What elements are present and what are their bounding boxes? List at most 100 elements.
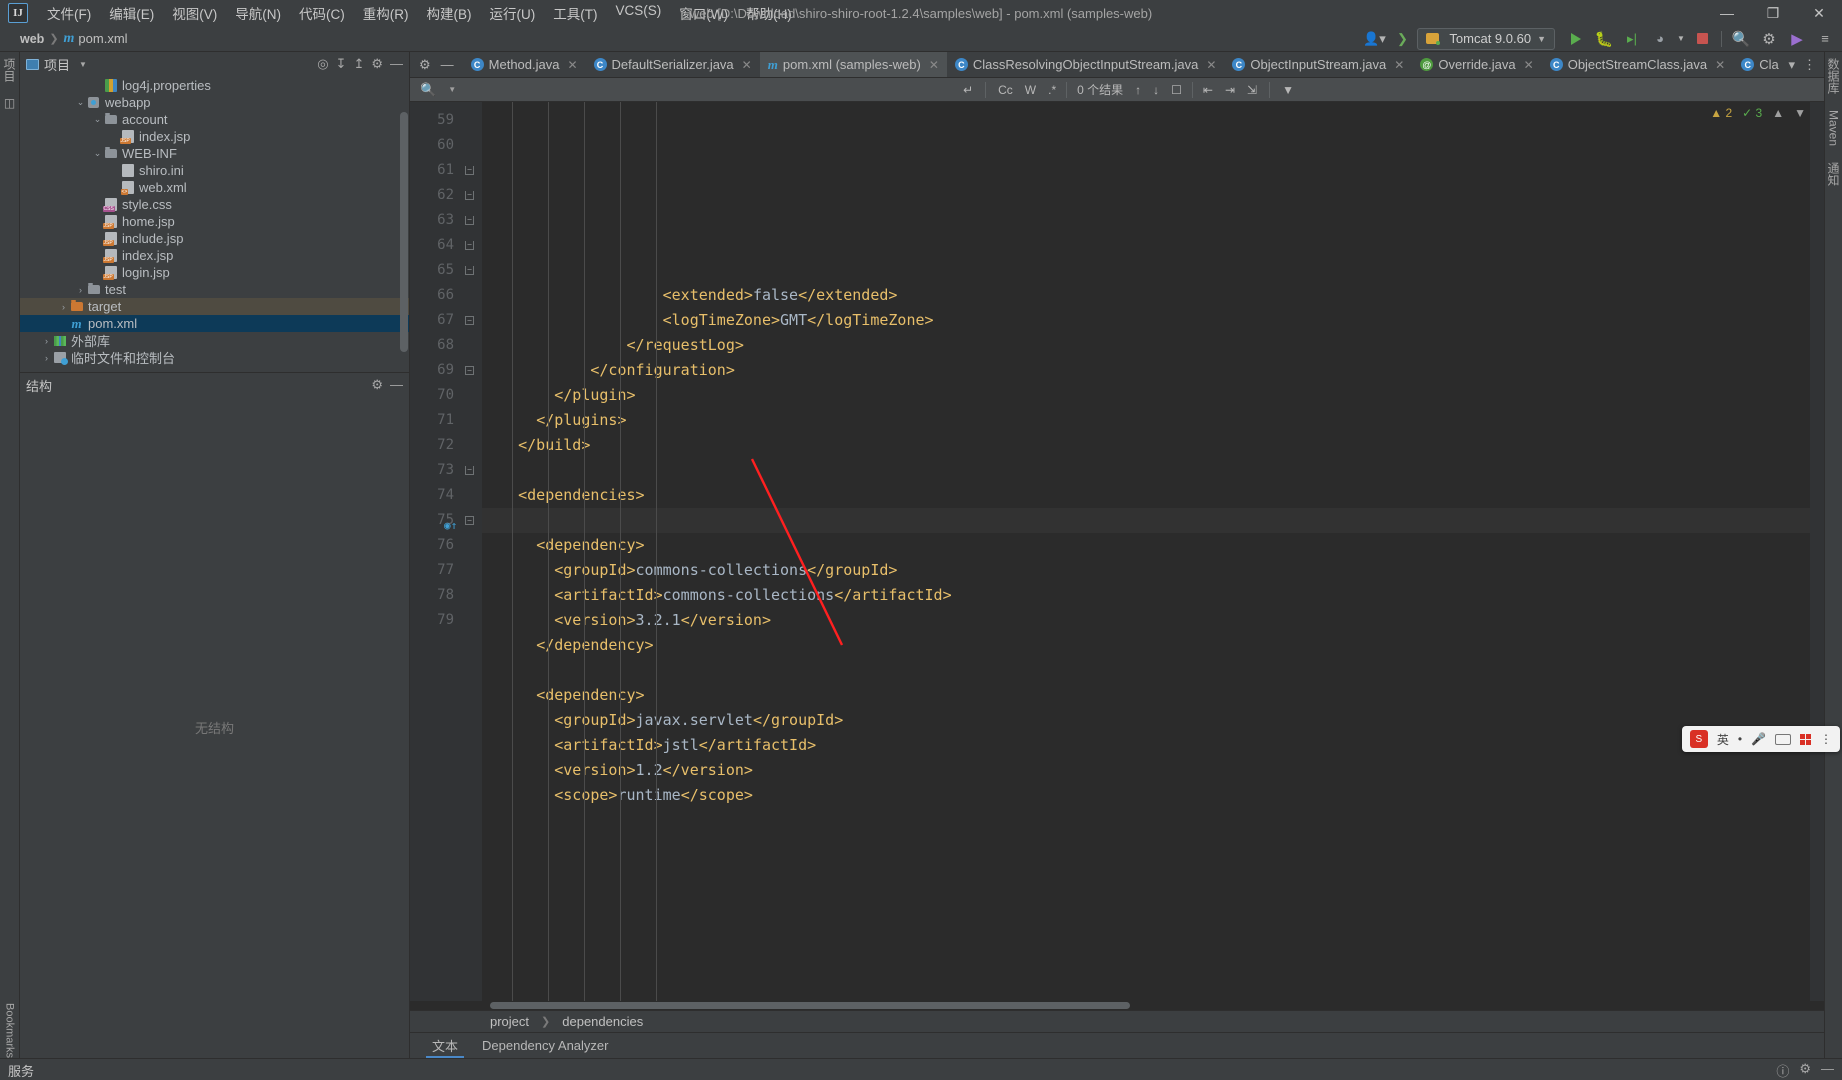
project-tree-item[interactable]: style.css — [20, 196, 409, 213]
fold-start-icon[interactable]: − — [465, 516, 474, 525]
gutter-line-70[interactable]: 70 — [410, 383, 482, 408]
expand-all-icon[interactable]: ↧ — [336, 56, 347, 72]
gutter-line-69[interactable]: 69− — [410, 358, 482, 383]
close-icon[interactable]: ✕ — [1524, 58, 1534, 72]
services-settings-icon[interactable]: ⚙ — [1799, 1061, 1811, 1080]
services-help-icon[interactable]: ⓘ — [1776, 1061, 1789, 1080]
run-configuration-selector[interactable]: Tomcat 9.0.60 ▼ — [1417, 27, 1555, 50]
code-line-79[interactable]: <scope>runtime</scope> — [482, 783, 1810, 808]
sidebar-item-bookmarks[interactable]: Bookmarks — [4, 1003, 16, 1058]
close-icon[interactable]: ✕ — [742, 58, 752, 72]
chevron-right-icon[interactable]: › — [75, 285, 86, 295]
sogou-icon[interactable]: S — [1689, 730, 1708, 748]
code-line-75[interactable]: <dependency> — [482, 683, 1810, 708]
tab-overflow-menu-icon[interactable]: ⋮ — [1803, 57, 1816, 73]
chevron-down-icon[interactable]: ⌄ — [92, 148, 103, 159]
tab-list-chevron-icon[interactable]: ▾ — [1788, 57, 1795, 73]
panel-settings-icon[interactable]: ⚙ — [371, 56, 383, 72]
editor-hide-icon[interactable]: — — [441, 57, 454, 72]
sidebar-item-project[interactable]: 项目 — [1, 58, 18, 82]
project-tree-item[interactable]: index.jsp — [20, 128, 409, 145]
project-tree-item[interactable]: home.jsp — [20, 213, 409, 230]
code-line-59[interactable]: <extended>false</extended> — [482, 283, 1810, 308]
match-case-toggle[interactable]: Cc — [998, 83, 1013, 97]
find-next-icon[interactable]: ↓ — [1153, 83, 1159, 97]
project-tree-item[interactable]: index.jsp — [20, 247, 409, 264]
menu-item-8[interactable]: 工具(T) — [544, 1, 606, 25]
code-line-70[interactable]: <groupId>commons-collections</groupId> — [482, 558, 1810, 583]
sidebar-item-database[interactable]: 数据库 — [1825, 58, 1842, 94]
maximize-button[interactable]: ❐ — [1750, 0, 1796, 26]
editor-detail-tab-1[interactable]: Dependency Analyzer — [470, 1033, 620, 1058]
search-history-chevron-icon[interactable]: ▼ — [448, 85, 456, 94]
hide-panel-icon[interactable]: — — [390, 56, 403, 72]
words-toggle[interactable]: W — [1025, 83, 1036, 97]
gutter-line-61[interactable]: 61− — [410, 158, 482, 183]
code-editor[interactable]: 59 60 61−62−63−64−65−66 67−68 69−70 71 72 73−74… — [410, 102, 1824, 1001]
fold-end-icon[interactable]: − — [465, 466, 474, 475]
gutter-line-67[interactable]: 67− — [410, 308, 482, 333]
sidebar-item-commit[interactable]: ◫ — [4, 96, 15, 110]
close-icon[interactable]: ✕ — [1715, 58, 1725, 72]
fold-end-icon[interactable]: − — [465, 166, 474, 175]
code-line-64[interactable]: </plugins> — [482, 408, 1810, 433]
editor-tab-1[interactable]: C DefaultSerializer.java ✕ — [586, 52, 760, 77]
ime-toolbar[interactable]: S 英 • 🎤 ⋮ — [1681, 726, 1840, 752]
sidebar-item-notifications[interactable]: 通知 — [1825, 162, 1842, 186]
more-icon[interactable]: ⋮ — [1820, 732, 1832, 746]
chevron-down-icon[interactable]: ⌄ — [75, 97, 86, 108]
services-hide-icon[interactable]: — — [1821, 1061, 1834, 1080]
code-line-62[interactable]: </configuration> — [482, 358, 1810, 383]
code-line-67[interactable]: <dependencies> — [482, 483, 1810, 508]
gutter-line-65[interactable]: 65− — [410, 258, 482, 283]
project-tree-item[interactable]: › 外部库 — [20, 332, 409, 349]
close-button[interactable]: ✕ — [1796, 0, 1842, 26]
code-line-61[interactable]: </requestLog> — [482, 333, 1810, 358]
code-line-63[interactable]: </plugin> — [482, 383, 1810, 408]
code-line-69[interactable]: <dependency> — [482, 533, 1810, 558]
code-line-76[interactable]: <groupId>javax.servlet</groupId> — [482, 708, 1810, 733]
menu-item-0[interactable]: 文件(F) — [38, 1, 100, 25]
code-line-78[interactable]: <version>1.2</version> — [482, 758, 1810, 783]
gutter-line-59[interactable]: 59 — [410, 108, 482, 133]
chevron-right-icon[interactable]: › — [41, 336, 52, 346]
search-everywhere-icon[interactable]: 🔍 — [1728, 28, 1754, 50]
gutter-line-60[interactable]: 60 — [410, 133, 482, 158]
breadcrumb-file[interactable]: m pom.xml — [64, 31, 128, 47]
project-tree-item[interactable]: ⌄ account — [20, 111, 409, 128]
fold-end-icon[interactable]: − — [465, 191, 474, 200]
find-scope-icon[interactable]: ⇥ — [1225, 83, 1235, 97]
project-tree-item[interactable]: m pom.xml — [20, 315, 409, 332]
find-newline-icon[interactable]: ↵ — [963, 83, 973, 97]
profile-dropdown-icon[interactable]: ▼ — [1675, 28, 1687, 50]
editor-tab-3[interactable]: C ClassResolvingObjectInputStream.java ✕ — [947, 52, 1225, 77]
code-line-72[interactable]: <version>3.2.1</version> — [482, 608, 1810, 633]
editor-tab-5[interactable]: @ Override.java ✕ — [1412, 52, 1541, 77]
editor-tab-7[interactable]: CCla✕ — [1733, 52, 1780, 77]
gutter-line-62[interactable]: 62− — [410, 183, 482, 208]
close-icon[interactable]: ✕ — [567, 58, 577, 72]
find-prev-icon[interactable]: ↑ — [1135, 83, 1141, 97]
code-line-73[interactable]: </dependency> — [482, 633, 1810, 658]
project-tree[interactable]: log4j.properties⌄webapp⌄accountindex.jsp… — [20, 76, 409, 372]
code-line-77[interactable]: <artifactId>jstl</artifactId> — [482, 733, 1810, 758]
debug-button[interactable]: 🐛 — [1591, 28, 1617, 50]
menu-item-5[interactable]: 重构(R) — [354, 1, 418, 25]
fold-end-icon[interactable]: − — [465, 266, 474, 275]
fold-end-icon[interactable]: − — [465, 216, 474, 225]
menu-item-2[interactable]: 视图(V) — [163, 1, 226, 25]
find-open-in-window-icon[interactable]: ⇲ — [1247, 83, 1257, 97]
gutter-line-75[interactable]: ◉↑ 75− — [410, 508, 482, 533]
gutter-line-71[interactable]: 71 — [410, 408, 482, 433]
settings-gear-icon[interactable]: ⚙ — [1756, 28, 1782, 50]
structure-settings-icon[interactable]: ⚙ — [371, 377, 383, 393]
code-line-74[interactable] — [482, 658, 1810, 683]
project-tree-item[interactable]: include.jsp — [20, 230, 409, 247]
close-icon[interactable]: ✕ — [1206, 58, 1216, 72]
editor-tab-4[interactable]: C ObjectInputStream.java ✕ — [1224, 52, 1412, 77]
project-tree-scrollbar[interactable] — [400, 76, 408, 372]
fold-start-icon[interactable]: − — [465, 366, 474, 375]
minimize-button[interactable]: — — [1704, 0, 1750, 26]
select-opened-file-icon[interactable]: ◎ — [317, 56, 328, 72]
menu-bar[interactable]: 文件(F) 编辑(E) 视图(V) 导航(N) 代码(C) 重构(R) 构建(B) 运行(U)… — [38, 1, 801, 25]
